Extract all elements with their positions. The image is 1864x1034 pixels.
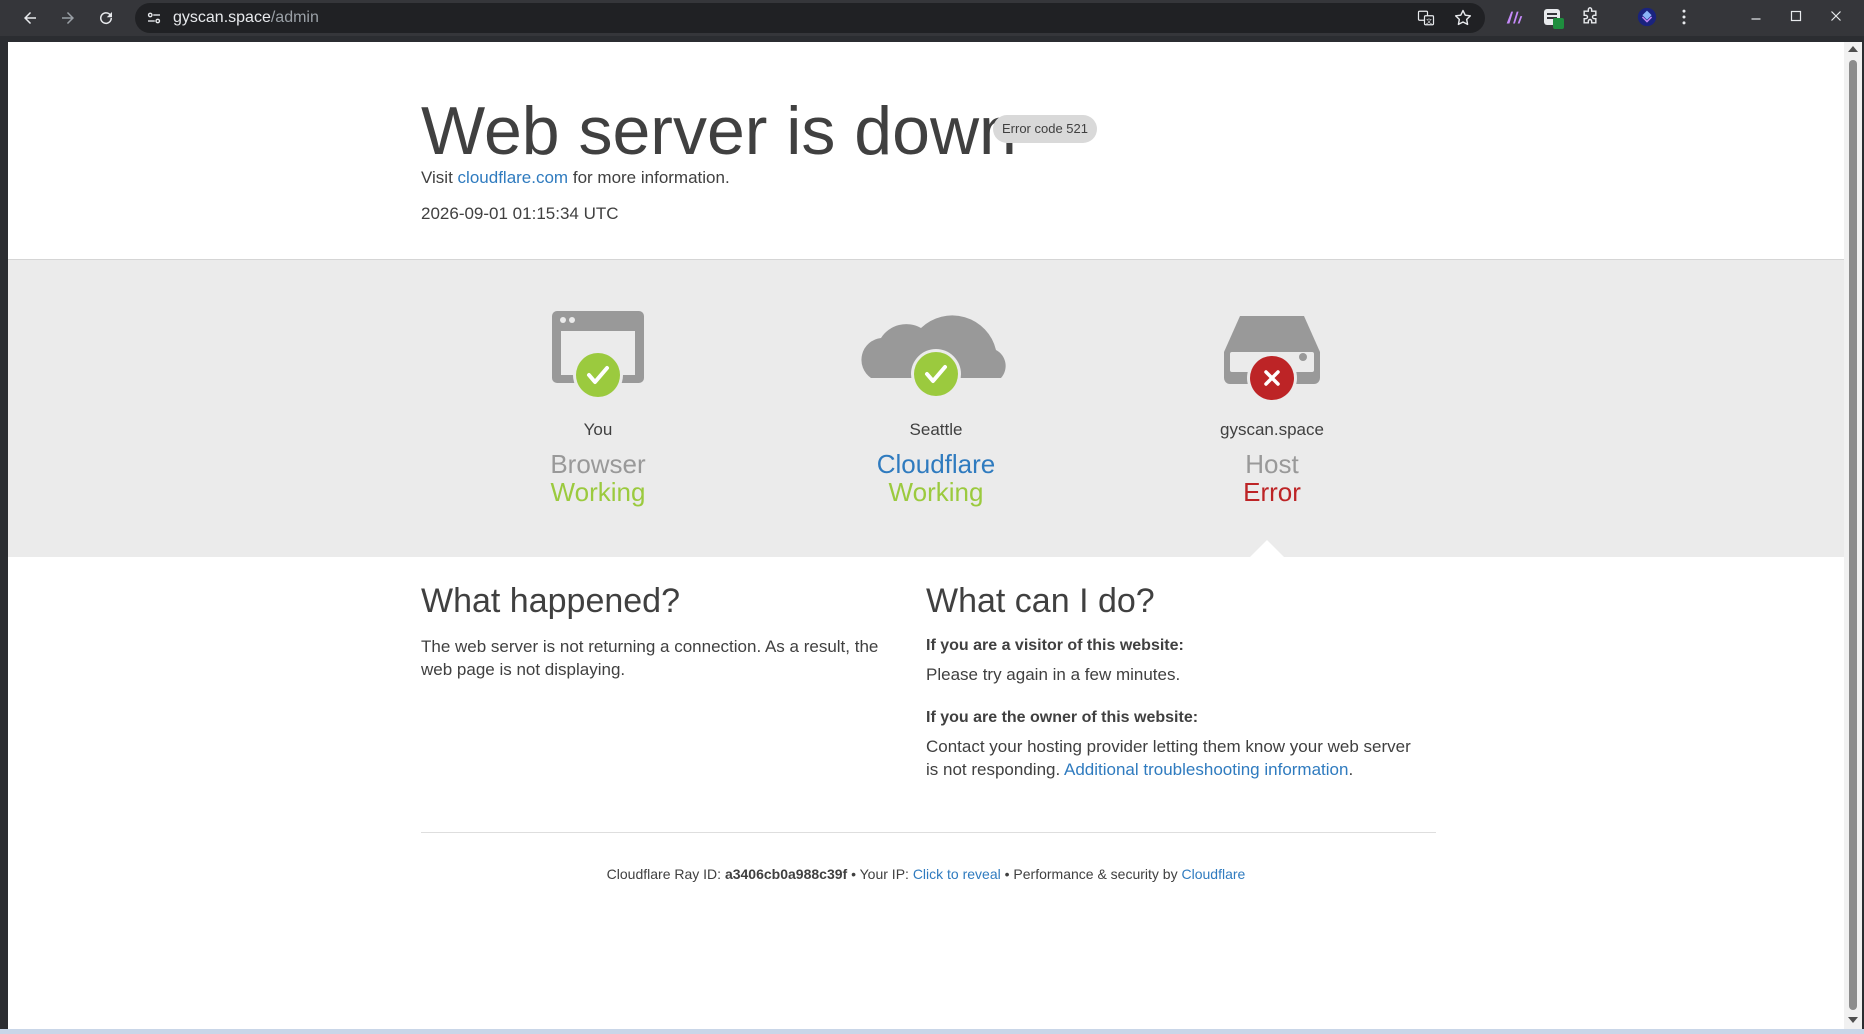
divider [421,832,1436,833]
reveal-ip-link[interactable]: Click to reveal [913,866,1001,882]
forward-icon [62,12,74,24]
svg-text:文: 文 [1426,17,1432,25]
url-path: /admin [270,9,319,26]
check-icon [914,352,958,396]
status-location: gyscan.space [1220,420,1324,439]
scroll-up-arrow-icon[interactable] [1848,46,1858,52]
status-location: Seattle [909,420,963,439]
page-title: Web server is down [421,93,1017,169]
vertical-scrollbar[interactable] [1844,42,1862,1029]
close-icon[interactable] [1827,7,1845,25]
status-state: Working [888,477,984,507]
footer: Cloudflare Ray ID: a3406cb0a988c39f • Yo… [8,864,1844,884]
extensions-puzzle-icon[interactable] [1580,7,1600,27]
owner-text-block: Contact your hosting provider letting th… [926,735,1416,781]
site-info-icon[interactable] [145,9,163,27]
status-summary: You Browser Working Seattle Cloudflare W… [8,259,1844,560]
browser-icon [552,311,644,400]
footer-separator: • [1004,866,1010,882]
visit-line: Visit cloudflare.com for more informatio… [421,166,730,190]
status-state: Working [550,477,646,507]
cloudflare-link[interactable]: cloudflare.com [458,168,569,187]
minimize-icon[interactable] [1747,7,1765,25]
ray-id: a3406cb0a988c39f [724,866,848,882]
check-icon [576,353,620,397]
translate-icon[interactable]: 文 [1417,9,1435,27]
reload-button[interactable] [90,2,122,34]
page-viewport: Web server is down Error code 521 Visit … [8,42,1844,1029]
error-code-badge: Error code 521 [993,115,1097,143]
forward-button[interactable] [52,2,84,34]
cloud-icon [861,315,1006,399]
reload-icon [100,12,113,25]
what-happened-text: The web server is not returning a connec… [421,637,879,679]
bookmark-star-icon[interactable] [1453,8,1473,28]
back-icon [24,12,36,24]
what-can-i-do-heading: What can I do? [926,582,1155,620]
footer-separator: • [851,866,856,882]
maximize-icon[interactable] [1787,7,1805,25]
visitor-heading: If you are a visitor of this website: [926,637,1184,654]
ip-label: Your IP: [859,866,909,882]
owner-end: . [1348,760,1354,779]
scroll-down-arrow-icon[interactable] [1848,1017,1858,1023]
url-host: gyscan.space [173,9,271,26]
visit-suffix: for more information. [572,168,730,187]
status-cloudflare: Seattle Cloudflare Working [786,260,1086,558]
status-location: You [583,420,613,439]
scrollbar-thumb[interactable] [1849,60,1857,1010]
url-text[interactable]: gyscan.space/admin [173,3,319,33]
explanation-section: What happened? The web server is not ret… [8,557,1844,1029]
status-host: gyscan.space Host Error [1122,260,1422,558]
troubleshooting-link[interactable]: Additional troubleshooting information [1064,760,1348,779]
performance-label: Performance & security by [1013,866,1178,882]
menu-kebab-icon[interactable] [1674,7,1694,27]
error-header: Web server is down Error code 521 Visit … [8,42,1844,259]
visitor-text: Please try again in a few minutes. [926,665,1181,684]
what-happened-heading: What happened? [421,582,680,620]
profile-icon[interactable] [1636,6,1658,28]
status-state: Error [1243,477,1301,507]
browser-toolbar: gyscan.space/admin 文 [0,0,1864,36]
ray-label: Cloudflare Ray ID: [606,866,722,882]
window-bottom-edge [0,1029,1864,1034]
status-browser: You Browser Working [448,260,748,558]
cloudflare-footer-link[interactable]: Cloudflare [1181,866,1245,882]
address-bar[interactable]: gyscan.space/admin 文 [135,3,1485,33]
extension-ai-icon[interactable] [1503,7,1525,29]
extension-sheets-icon[interactable] [1541,6,1565,30]
server-icon [1224,316,1320,403]
owner-heading: If you are the owner of this website: [926,709,1199,726]
back-button[interactable] [14,2,46,34]
visit-prefix: Visit [421,168,453,187]
timestamp: 2026-09-01 01:15:34 UTC [421,204,619,223]
